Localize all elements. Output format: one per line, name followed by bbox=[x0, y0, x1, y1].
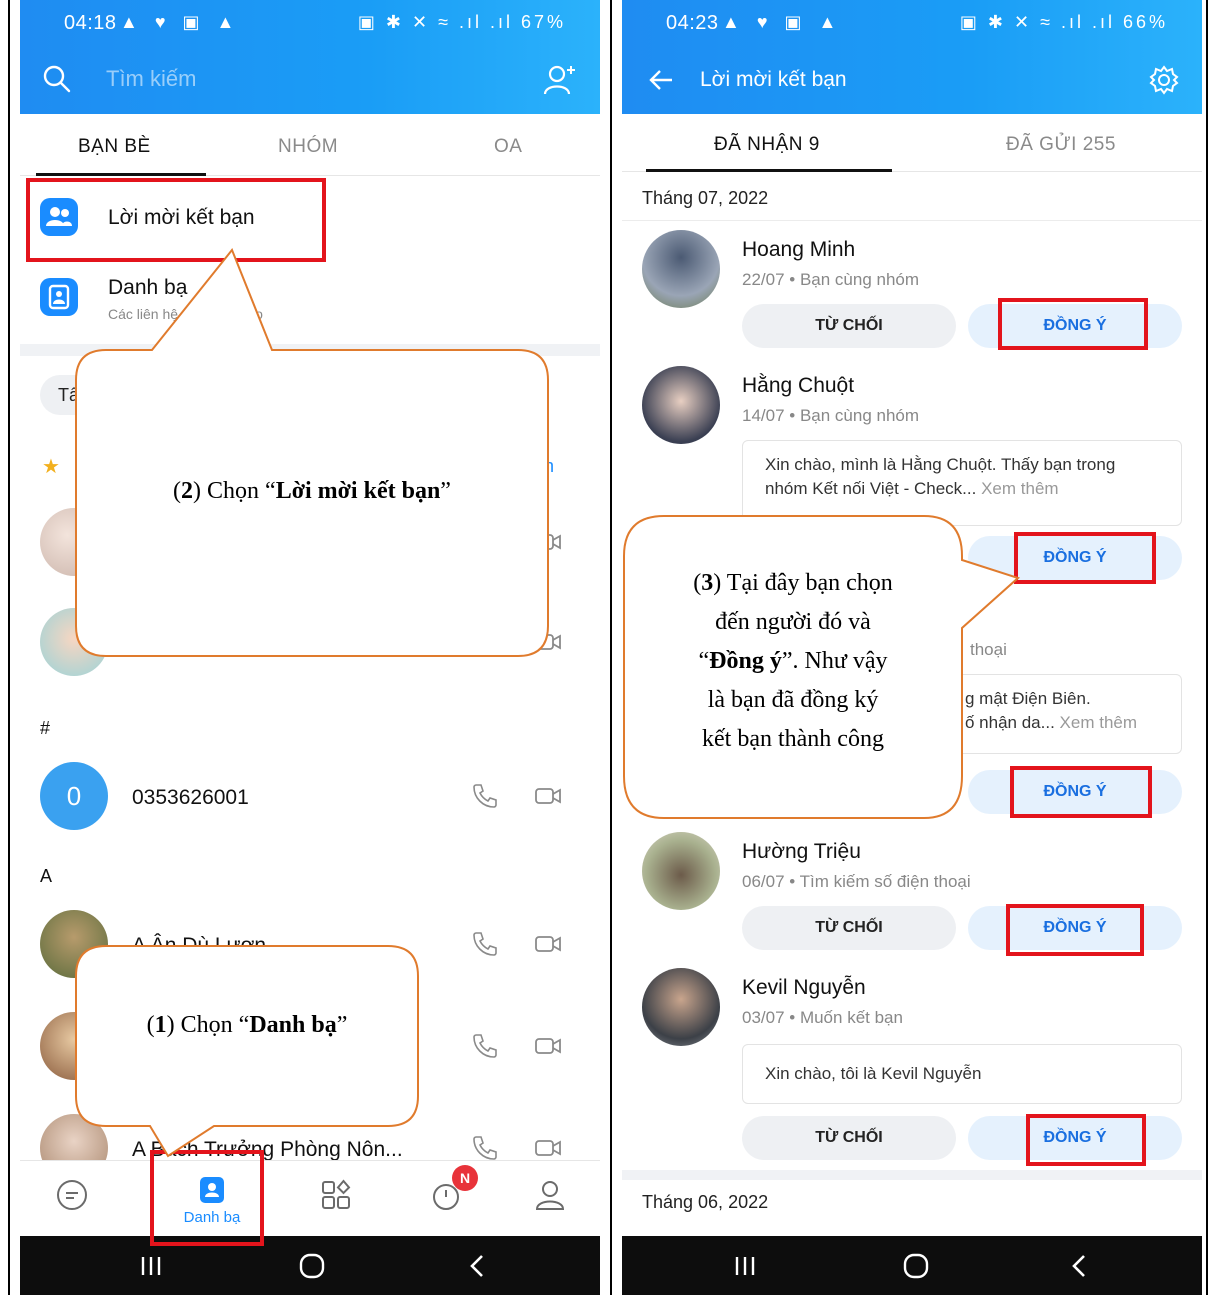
callout-3-line3-text: ”. Như vậy bbox=[781, 648, 888, 674]
callout-1-bubble bbox=[75, 945, 419, 1158]
callout-2-number: 2 bbox=[181, 478, 194, 504]
callout-3-text: (3) Tại đây bạn chọn đến người đó và “Đồ… bbox=[630, 564, 956, 759]
callout-3-line1: (3) Tại đây bạn chọn bbox=[693, 570, 893, 596]
callout-3-line3: “Đồng ý”. Như vậy bbox=[698, 648, 888, 674]
callout-1-prefix: ) Chọn “ bbox=[166, 1012, 250, 1038]
callout-2-prefix: ) Chọn “ bbox=[193, 478, 276, 504]
callout-2-bubble bbox=[75, 248, 549, 657]
callout-3-number: 3 bbox=[701, 570, 714, 596]
callout-3-bold: Đồng ý bbox=[709, 648, 782, 674]
callout-2-paren: ( bbox=[173, 478, 182, 504]
callout-1-text: (1) Chọn “Danh bạ” bbox=[76, 1012, 418, 1039]
callout-2-bold: Lời mời kết bạn bbox=[275, 478, 441, 504]
callout-2-suffix: ” bbox=[440, 478, 451, 504]
callout-3-line4: là bạn đã đồng ký bbox=[707, 687, 879, 713]
callout-1-paren: ( bbox=[146, 1012, 155, 1038]
callout-1-number: 1 bbox=[154, 1012, 167, 1038]
callout-3-line2: đến người đó và bbox=[715, 609, 871, 635]
callout-3-line5: kết bạn thành công bbox=[702, 726, 884, 752]
callout-1-suffix: ” bbox=[336, 1012, 348, 1038]
callout-2-text: (2) Chọn “Lời mời kết bạn” bbox=[76, 478, 548, 505]
callout-3-line1-text: ) Tại đây bạn chọn bbox=[713, 570, 893, 596]
callout-shapes bbox=[75, 248, 1020, 1158]
callout-1-bold: Danh bạ bbox=[249, 1012, 337, 1038]
